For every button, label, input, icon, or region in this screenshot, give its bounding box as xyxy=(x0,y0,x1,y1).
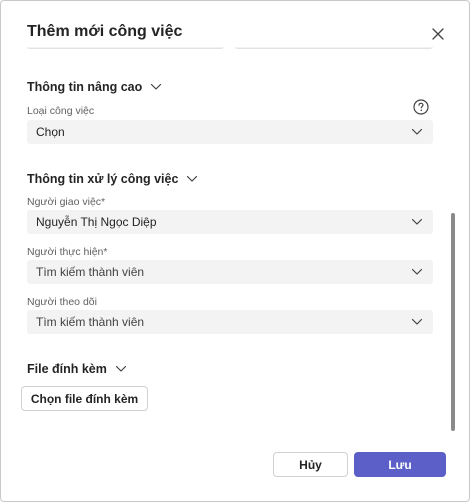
save-button[interactable]: Lưu xyxy=(354,452,446,477)
task-type-select[interactable]: Chọn xyxy=(27,120,433,144)
task-type-label: Loại công việc xyxy=(27,105,95,117)
chevron-down-icon xyxy=(411,128,423,135)
task-type-value: Chọn xyxy=(36,125,65,139)
section-attachments-header[interactable]: File đính kèm xyxy=(27,362,127,376)
assignee-label: Người thực hiện* xyxy=(27,246,108,258)
section-processing-title: Thông tin xử lý công việc xyxy=(27,172,179,186)
follower-label: Người theo dõi xyxy=(27,296,97,308)
scrollbar-thumb[interactable] xyxy=(451,213,455,431)
assigner-label: Người giao việc* xyxy=(27,196,106,208)
chevron-down-icon xyxy=(411,218,423,225)
choose-attachment-button[interactable]: Chọn file đính kèm xyxy=(21,386,148,411)
section-advanced-title: Thông tin nâng cao xyxy=(27,80,143,94)
close-button[interactable] xyxy=(427,23,449,45)
scrolled-field-right[interactable] xyxy=(235,47,433,49)
dialog-body[interactable]: Thông tin nâng cao Loại công việc Chọn T… xyxy=(1,47,469,431)
assigner-select[interactable]: Nguyễn Thị Ngọc Diệp xyxy=(27,210,433,234)
cancel-button[interactable]: Hủy xyxy=(273,452,348,477)
section-advanced-header[interactable]: Thông tin nâng cao xyxy=(27,80,162,94)
assignee-select[interactable]: Tìm kiếm thành viên xyxy=(27,260,433,284)
chevron-down-icon xyxy=(187,175,198,182)
chevron-down-icon xyxy=(411,268,423,275)
section-processing-header[interactable]: Thông tin xử lý công việc xyxy=(27,172,198,186)
add-task-dialog: Thêm mới công việc Thông tin nâng cao Lo… xyxy=(0,0,470,502)
chevron-down-icon xyxy=(115,365,126,372)
close-icon xyxy=(432,28,444,40)
dialog-title: Thêm mới công việc xyxy=(27,23,183,40)
assignee-placeholder: Tìm kiếm thành viên xyxy=(36,265,145,279)
chevron-down-icon xyxy=(411,318,423,325)
scrolled-field-left[interactable] xyxy=(27,47,224,49)
follower-select[interactable]: Tìm kiếm thành viên xyxy=(27,310,433,334)
chevron-down-icon xyxy=(151,83,162,90)
section-attachments-title: File đính kèm xyxy=(27,362,107,376)
follower-placeholder: Tìm kiếm thành viên xyxy=(36,315,145,329)
question-circle-icon[interactable] xyxy=(413,99,429,115)
assigner-value: Nguyễn Thị Ngọc Diệp xyxy=(36,215,157,229)
